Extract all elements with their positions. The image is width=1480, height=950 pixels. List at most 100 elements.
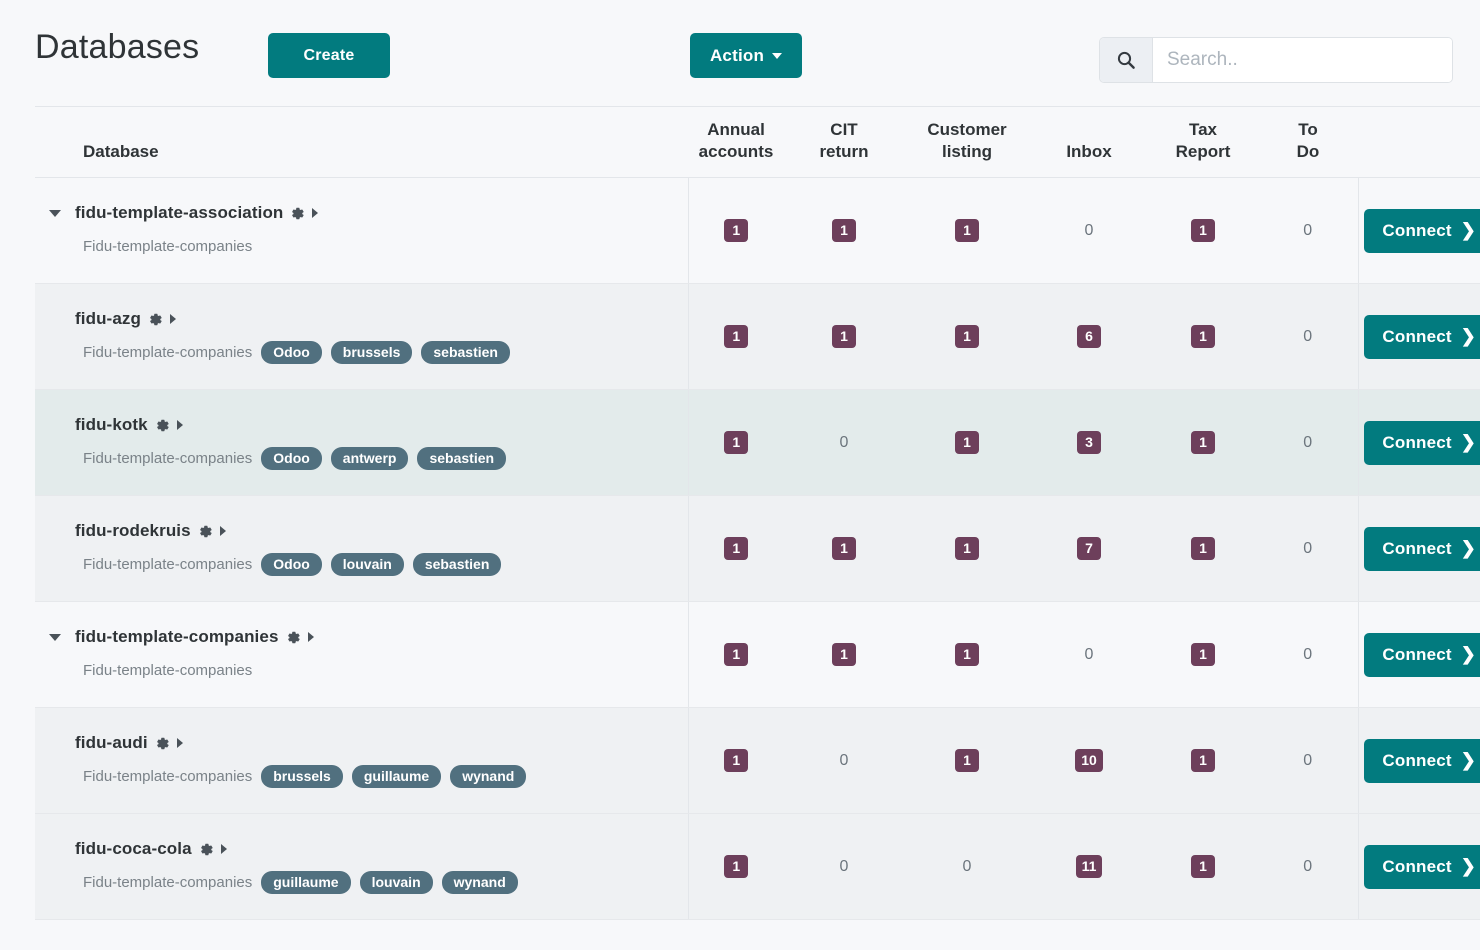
- table-row[interactable]: fidu-rodekruisFidu-template-companiesOdo…: [35, 496, 1480, 602]
- cell-customer-listing: 0: [904, 814, 1030, 920]
- tag-chip[interactable]: sebastien: [413, 553, 502, 576]
- tag-chip[interactable]: brussels: [331, 341, 413, 364]
- database-meta-line: Fidu-template-companiesOdoolouvainsebast…: [35, 552, 688, 576]
- database-name-link[interactable]: fidu-rodekruis: [75, 521, 191, 541]
- tag-chip[interactable]: antwerp: [331, 447, 409, 470]
- caret-right-icon[interactable]: [312, 208, 318, 218]
- search-icon-button[interactable]: [1100, 38, 1153, 82]
- settings-gear-button[interactable]: [199, 842, 214, 857]
- count-badge[interactable]: 1: [724, 219, 748, 242]
- table-row[interactable]: fidu-audi Fidu-template-companies brussels…: [35, 708, 1480, 814]
- count-badge[interactable]: 11: [1076, 855, 1103, 878]
- caret-right-icon[interactable]: [177, 738, 183, 748]
- tag-chip[interactable]: sebastien: [421, 341, 510, 364]
- count-badge[interactable]: 1: [1191, 643, 1215, 666]
- count-badge[interactable]: 1: [724, 537, 748, 560]
- count-badge[interactable]: 7: [1077, 537, 1101, 560]
- count-badge[interactable]: 1: [1191, 749, 1215, 772]
- cell-inbox: 0: [1030, 178, 1148, 284]
- caret-right-icon[interactable]: [221, 844, 227, 854]
- tag-chip[interactable]: brussels: [261, 765, 343, 788]
- count-badge[interactable]: 1: [955, 643, 979, 666]
- column-header-tax-report: Tax Report: [1148, 107, 1258, 178]
- tag-chip[interactable]: Odoo: [261, 341, 322, 364]
- count-badge[interactable]: 3: [1077, 431, 1101, 454]
- count-zero: 0: [1303, 646, 1312, 663]
- settings-gear-button[interactable]: [198, 524, 213, 539]
- table-row[interactable]: fidu-azg Fidu-template-companies Odoo bruss…: [35, 284, 1480, 390]
- table-row[interactable]: fidu-template-companiesFidu-template-com…: [35, 602, 1480, 708]
- action-dropdown-button[interactable]: Action: [690, 33, 802, 78]
- count-badge[interactable]: 1: [724, 431, 748, 454]
- count-badge[interactable]: 1: [724, 325, 748, 348]
- connect-button[interactable]: Connect❯: [1364, 633, 1480, 677]
- count-badge[interactable]: 1: [832, 537, 856, 560]
- count-badge[interactable]: 1: [955, 325, 979, 348]
- database-name-link[interactable]: fidu-audi: [75, 733, 148, 753]
- cell-inbox: 6: [1030, 284, 1148, 390]
- count-badge[interactable]: 1: [832, 219, 856, 242]
- count-badge[interactable]: 10: [1075, 749, 1103, 772]
- cell-to-do: 0: [1258, 602, 1358, 708]
- gear-icon: [155, 418, 170, 433]
- connect-button[interactable]: Connect❯: [1364, 209, 1480, 253]
- tag-chip[interactable]: Odoo: [261, 553, 322, 576]
- tag-chip[interactable]: sebastien: [417, 447, 506, 470]
- connect-button[interactable]: Connect❯: [1364, 845, 1480, 889]
- count-badge[interactable]: 1: [1191, 219, 1215, 242]
- caret-down-icon[interactable]: [49, 210, 61, 217]
- caret-right-icon[interactable]: [220, 526, 226, 536]
- tag-chip[interactable]: louvain: [360, 871, 433, 894]
- count-badge[interactable]: 1: [1191, 431, 1215, 454]
- tag-chip[interactable]: guillaume: [261, 871, 350, 894]
- settings-gear-button[interactable]: [290, 206, 305, 221]
- count-badge[interactable]: 1: [955, 749, 979, 772]
- count-badge[interactable]: 6: [1077, 325, 1101, 348]
- database-name-link[interactable]: fidu-kotk: [75, 415, 148, 435]
- parent-template-label: Fidu-template-companies: [83, 874, 252, 891]
- database-name-link[interactable]: fidu-coca-cola: [75, 839, 192, 859]
- connect-button[interactable]: Connect❯: [1364, 527, 1480, 571]
- caret-down-icon[interactable]: [49, 634, 61, 641]
- count-badge[interactable]: 1: [1191, 855, 1215, 878]
- table-row[interactable]: fidu-template-associationFidu-template-c…: [35, 178, 1480, 284]
- database-name-link[interactable]: fidu-template-companies: [75, 627, 279, 647]
- settings-gear-button[interactable]: [155, 418, 170, 433]
- count-badge[interactable]: 1: [724, 643, 748, 666]
- database-name-link[interactable]: fidu-template-association: [75, 203, 283, 223]
- caret-right-icon[interactable]: [177, 420, 183, 430]
- caret-right-icon[interactable]: [170, 314, 176, 324]
- count-badge[interactable]: 1: [724, 749, 748, 772]
- parent-template-label: Fidu-template-companies: [83, 344, 252, 361]
- table-row[interactable]: fidu-coca-cola Fidu-template-companies gui…: [35, 814, 1480, 920]
- tag-chip[interactable]: guillaume: [352, 765, 441, 788]
- caret-right-icon[interactable]: [308, 632, 314, 642]
- connect-button[interactable]: Connect❯: [1364, 739, 1480, 783]
- column-header-annual-accounts: Annual accounts: [688, 107, 784, 178]
- databases-table: Database Annual accounts CIT return Cust…: [35, 106, 1480, 920]
- count-badge[interactable]: 1: [955, 537, 979, 560]
- database-name-link[interactable]: fidu-azg: [75, 309, 141, 329]
- create-button[interactable]: Create: [268, 33, 390, 78]
- settings-gear-button[interactable]: [148, 312, 163, 327]
- count-badge[interactable]: 1: [1191, 325, 1215, 348]
- database-name-line: fidu-audi: [35, 731, 688, 755]
- tag-chip[interactable]: louvain: [331, 553, 404, 576]
- connect-button[interactable]: Connect❯: [1364, 421, 1480, 465]
- table-row[interactable]: fidu-kotkFidu-template-companiesOdooantw…: [35, 390, 1480, 496]
- count-badge[interactable]: 1: [724, 855, 748, 878]
- parent-template-label: Fidu-template-companies: [83, 768, 252, 785]
- tag-chip[interactable]: wynand: [442, 871, 518, 894]
- count-badge[interactable]: 1: [955, 219, 979, 242]
- count-badge[interactable]: 1: [832, 325, 856, 348]
- tag-chip[interactable]: Odoo: [261, 447, 322, 470]
- search-input[interactable]: [1153, 38, 1452, 82]
- settings-gear-button[interactable]: [286, 630, 301, 645]
- settings-gear-button[interactable]: [155, 736, 170, 751]
- count-badge[interactable]: 1: [955, 431, 979, 454]
- count-badge[interactable]: 1: [832, 643, 856, 666]
- gear-icon: [199, 842, 214, 857]
- connect-button[interactable]: Connect❯: [1364, 315, 1480, 359]
- count-badge[interactable]: 1: [1191, 537, 1215, 560]
- tag-chip[interactable]: wynand: [450, 765, 526, 788]
